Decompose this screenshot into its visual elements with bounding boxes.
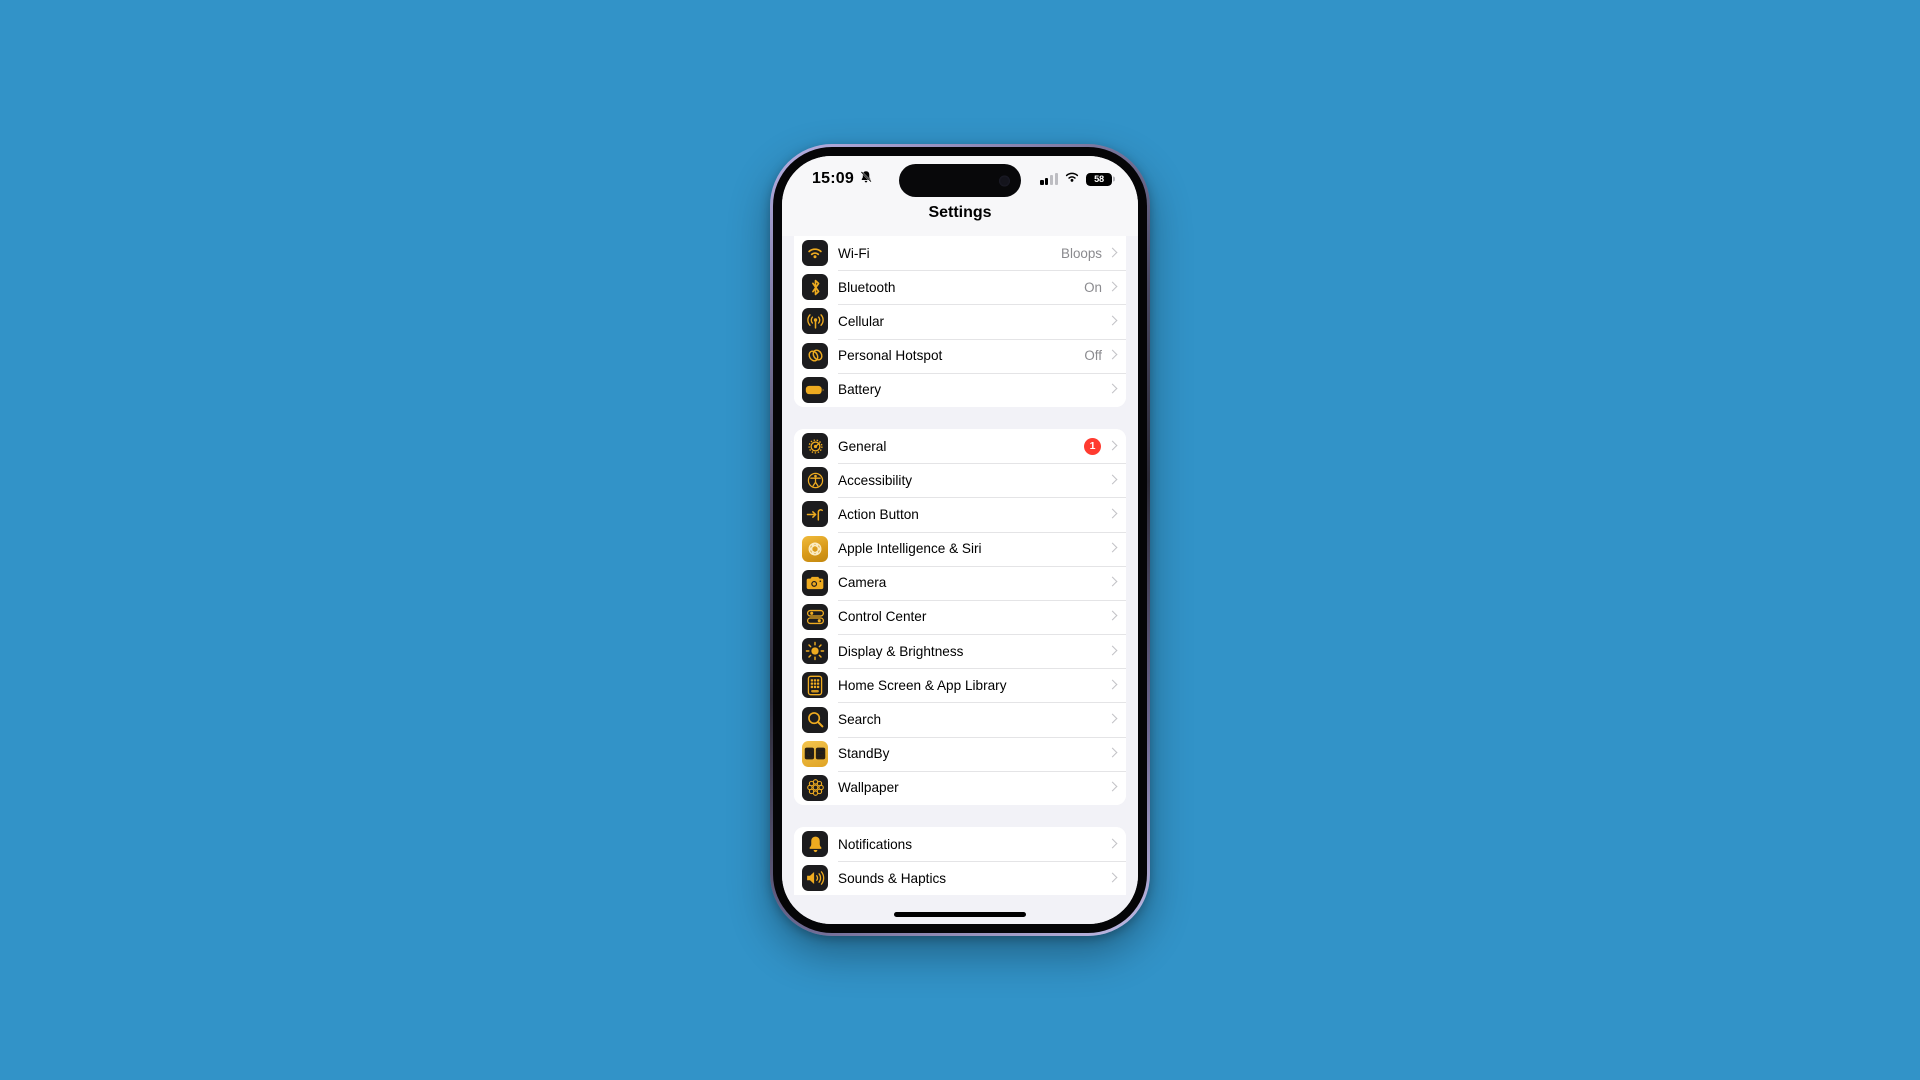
status-bar-left: 15:09	[812, 170, 873, 189]
settings-group-system: General 1 Accessibility Action Button App…	[794, 428, 1126, 805]
row-label: Apple Intelligence & Siri	[838, 541, 982, 557]
settings-row-wi-fi[interactable]: Wi-Fi Bloops	[794, 236, 1126, 271]
apple-intelligence-icon	[802, 535, 828, 562]
row-label: Search	[838, 712, 882, 728]
settings-row-apple-intelligence-siri[interactable]: Apple Intelligence & Siri	[794, 531, 1126, 566]
settings-group-connectivity: Wi-Fi Bloops Bluetooth On Cellular Persona…	[794, 236, 1126, 407]
chevron-right-icon	[1109, 838, 1116, 850]
settings-row-search[interactable]: Search	[794, 702, 1126, 737]
row-label: Personal Hotspot	[838, 348, 943, 364]
search-icon	[802, 706, 828, 733]
chevron-right-icon	[1109, 315, 1116, 327]
row-label: Home Screen & App Library	[838, 677, 1007, 693]
display-brightness-icon	[802, 638, 828, 665]
battery-percent-label: 58	[1094, 174, 1104, 184]
row-label: Accessibility	[838, 472, 913, 488]
navigation-bar: Settings	[782, 202, 1138, 236]
chevron-right-icon	[1109, 440, 1116, 452]
dynamic-island[interactable]	[899, 164, 1021, 197]
settings-row-general[interactable]: General 1	[794, 428, 1126, 464]
chevron-right-icon	[1109, 384, 1116, 396]
chevron-right-icon	[1109, 543, 1116, 555]
row-label: StandBy	[838, 746, 890, 762]
cellular-signal-icon	[1040, 173, 1058, 185]
settings-row-wallpaper[interactable]: Wallpaper	[794, 770, 1126, 805]
row-label: Notifications	[838, 836, 913, 852]
chevron-right-icon	[1109, 714, 1116, 726]
sounds-haptics-icon	[802, 865, 828, 892]
row-value: Bloops	[1061, 245, 1102, 261]
settings-row-battery[interactable]: Battery	[794, 372, 1126, 407]
chevron-right-icon	[1109, 247, 1116, 259]
row-label: Control Center	[838, 609, 927, 625]
row-label: Battery	[838, 382, 882, 398]
chevron-right-icon	[1109, 645, 1116, 657]
chevron-right-icon	[1109, 872, 1116, 884]
bluetooth-icon	[802, 274, 828, 301]
chevron-right-icon	[1109, 474, 1116, 486]
status-badge: 1	[1084, 437, 1101, 455]
settings-row-bluetooth[interactable]: Bluetooth On	[794, 270, 1126, 305]
row-label: Action Button	[838, 506, 919, 522]
row-label: Cellular	[838, 313, 885, 329]
camera-icon	[802, 569, 828, 596]
row-label: Camera	[838, 575, 887, 591]
row-label: Wi-Fi	[838, 245, 870, 261]
row-label: Sounds & Haptics	[838, 870, 947, 886]
settings-row-camera[interactable]: Camera	[794, 565, 1126, 600]
chevron-right-icon	[1109, 350, 1116, 362]
settings-row-display-brightness[interactable]: Display & Brightness	[794, 634, 1126, 669]
action-button-icon	[802, 501, 828, 528]
home-screen-icon	[802, 672, 828, 699]
chevron-right-icon	[1109, 679, 1116, 691]
row-label: Bluetooth	[838, 279, 896, 295]
chevron-right-icon	[1109, 611, 1116, 623]
settings-row-cellular[interactable]: Cellular	[794, 304, 1126, 339]
settings-row-notifications[interactable]: Notifications	[794, 827, 1126, 862]
wifi-icon	[1064, 170, 1080, 188]
gear-icon	[802, 433, 828, 460]
row-value: On	[1084, 279, 1102, 295]
battery-icon	[802, 376, 828, 403]
iphone-device: 15:09 58 Settings Wi-Fi Bloops Bluetooth…	[770, 144, 1150, 936]
settings-row-personal-hotspot[interactable]: Personal Hotspot Off	[794, 338, 1126, 373]
chevron-right-icon	[1109, 577, 1116, 589]
front-camera-icon	[999, 175, 1010, 186]
settings-row-accessibility[interactable]: Accessibility	[794, 463, 1126, 498]
status-clock: 15:09	[812, 170, 854, 187]
control-center-icon	[802, 603, 828, 630]
battery-icon: 58	[1086, 172, 1112, 186]
page-title: Settings	[928, 204, 992, 221]
chevron-right-icon	[1109, 281, 1116, 293]
chevron-right-icon	[1109, 782, 1116, 794]
row-label: General	[838, 438, 887, 454]
status-bar-right: 58	[1040, 170, 1112, 188]
row-label: Wallpaper	[838, 780, 899, 796]
settings-group-alerts: Notifications Sounds & Haptics	[794, 827, 1126, 896]
chevron-right-icon	[1109, 508, 1116, 520]
settings-row-home-screen-app-library[interactable]: Home Screen & App Library	[794, 668, 1126, 703]
wifi-icon	[802, 240, 828, 267]
row-value: Off	[1084, 348, 1102, 364]
settings-row-control-center[interactable]: Control Center	[794, 599, 1126, 635]
bell-slash-icon	[859, 170, 873, 189]
wallpaper-icon	[802, 774, 828, 801]
cellular-icon	[802, 308, 828, 335]
notifications-icon	[802, 831, 828, 858]
personal-hotspot-icon	[802, 342, 828, 369]
settings-row-sounds-haptics[interactable]: Sounds & Haptics	[794, 861, 1126, 896]
settings-row-standby[interactable]: StandBy	[794, 736, 1126, 771]
device-screen: 15:09 58 Settings Wi-Fi Bloops Bluetooth…	[782, 156, 1138, 924]
home-indicator[interactable]	[894, 912, 1026, 917]
standby-icon	[802, 740, 828, 767]
chevron-right-icon	[1109, 748, 1116, 760]
row-label: Display & Brightness	[838, 643, 964, 659]
settings-list[interactable]: Wi-Fi Bloops Bluetooth On Cellular Persona…	[782, 236, 1138, 924]
accessibility-icon	[802, 467, 828, 494]
settings-row-action-button[interactable]: Action Button	[794, 497, 1126, 532]
